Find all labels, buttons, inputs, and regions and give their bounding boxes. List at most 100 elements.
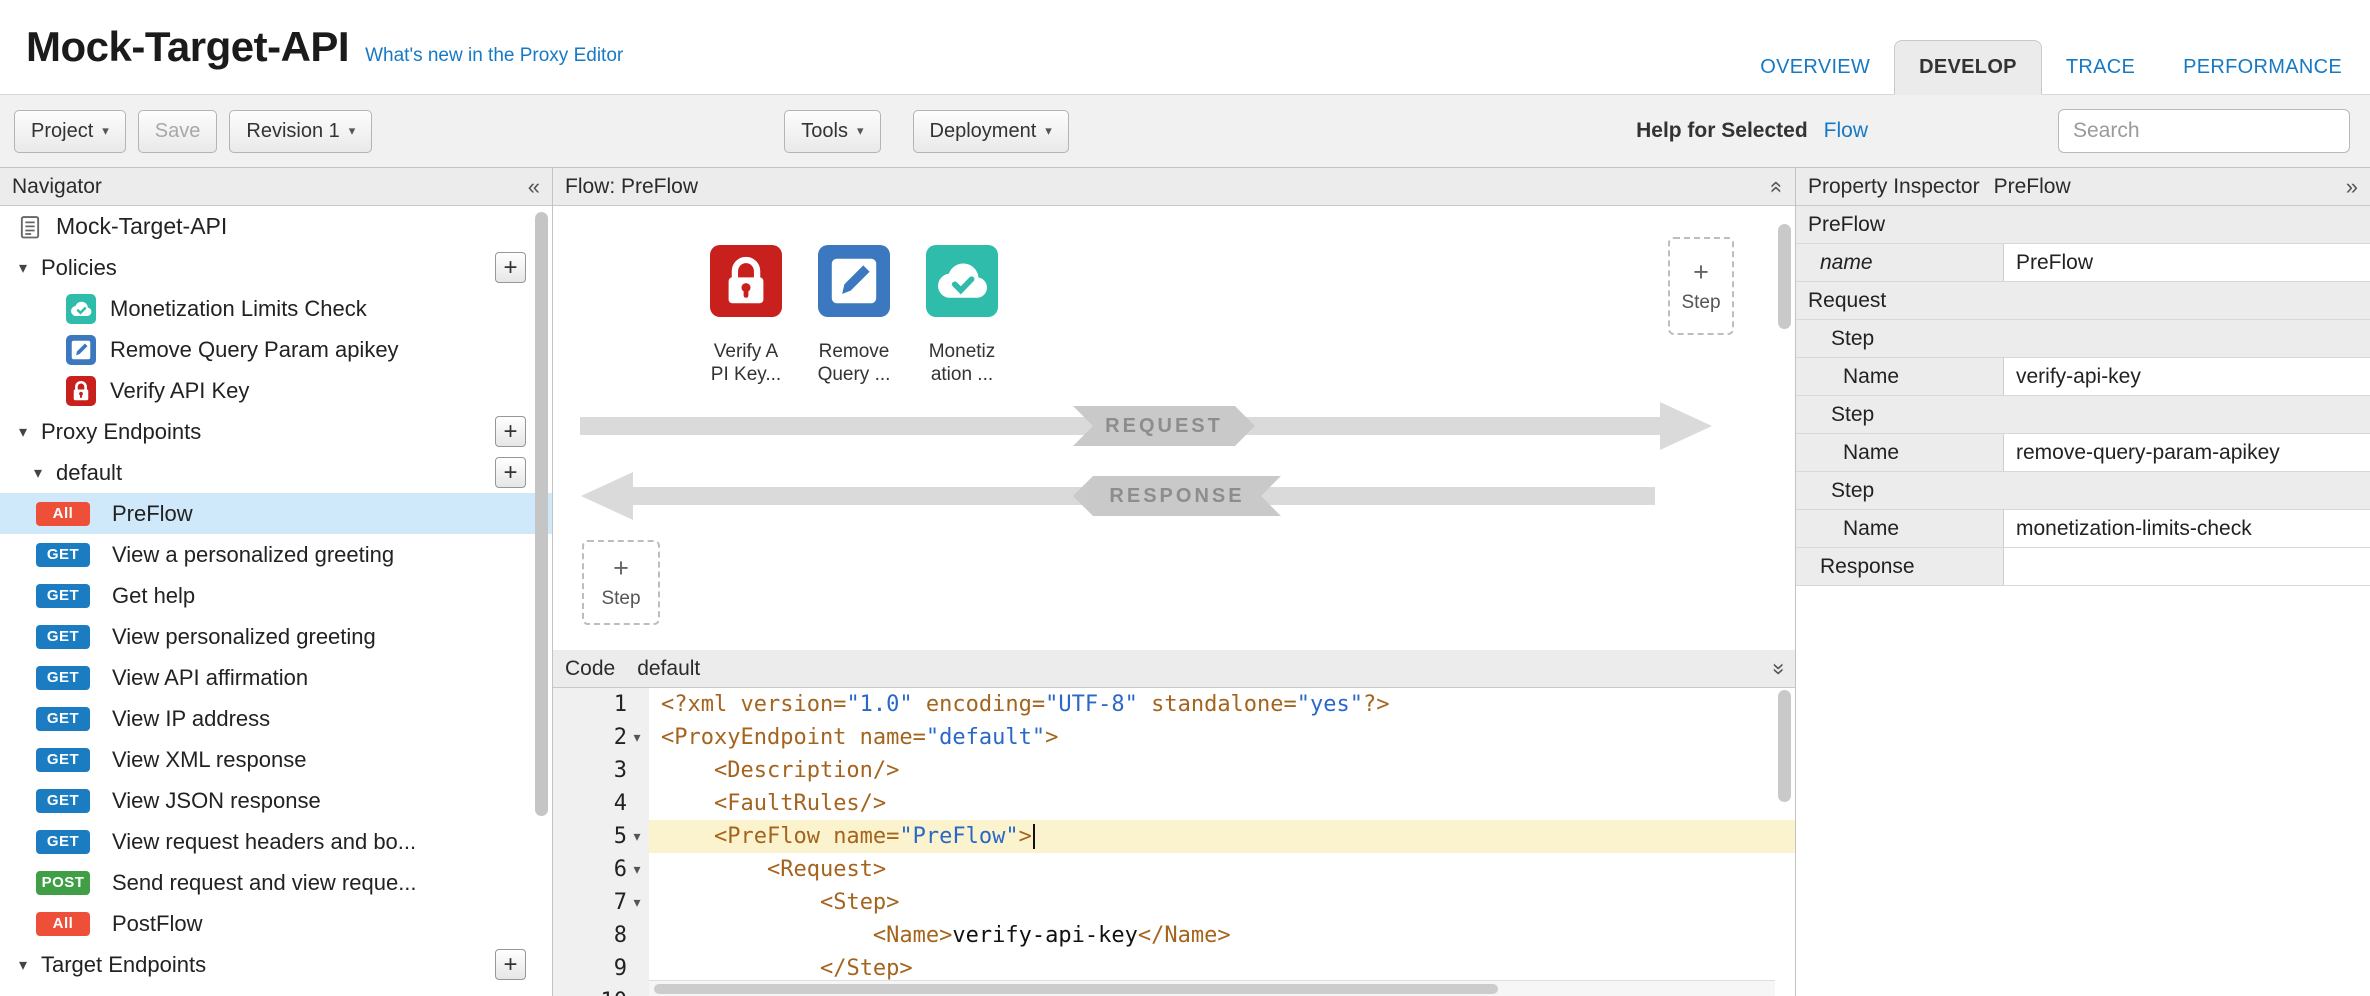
inspector-field-value[interactable]: monetization-limits-check (2004, 510, 2370, 547)
nav-section-target-endpoints[interactable]: ▾Target Endpoints+ (0, 944, 552, 985)
nav-item-label: View XML response (112, 747, 306, 773)
nav-item-mock-target-api[interactable]: Mock-Target-API (0, 206, 552, 247)
tools-button[interactable]: Tools ▾ (784, 110, 880, 153)
code-line[interactable]: 4 <FaultRules/> (553, 787, 1795, 820)
line-number: 5 (614, 820, 627, 853)
inspector-field-value[interactable]: verify-api-key (2004, 358, 2370, 395)
inspector-field-name: Name monetization-limits-check (1796, 510, 2370, 548)
tab-trace[interactable]: TRACE (2042, 41, 2159, 94)
add-step-button-response[interactable]: + Step (582, 540, 660, 625)
project-button[interactable]: Project ▾ (14, 110, 126, 153)
tab-performance[interactable]: PERFORMANCE (2159, 41, 2366, 94)
code-text[interactable]: <Request> (649, 853, 1795, 886)
nav-item-view-ip-address[interactable]: GETView IP address (0, 698, 552, 739)
nav-item-remove-query-param-apikey[interactable]: Remove Query Param apikey (0, 329, 552, 370)
code-horizontal-scrollbar[interactable] (654, 984, 1498, 994)
whats-new-link[interactable]: What's new in the Proxy Editor (365, 45, 623, 67)
code-text[interactable]: <Description/> (649, 754, 1795, 787)
code-panel-subtitle[interactable]: default (637, 657, 700, 681)
nav-item-label: PreFlow (112, 501, 193, 527)
nav-item-get-help[interactable]: GETGet help (0, 575, 552, 616)
nav-item-verify-api-key[interactable]: Verify API Key (0, 370, 552, 411)
nav-item-monetization-limits-check[interactable]: Monetization Limits Check (0, 288, 552, 329)
fold-arrow-icon[interactable]: ▾ (627, 985, 647, 996)
property-inspector-header: Property Inspector PreFlow » (1796, 168, 2370, 206)
code-text[interactable]: <?xml version="1.0" encoding="UTF-8" sta… (649, 688, 1795, 721)
nav-item-view-a-personalized-greeting[interactable]: GETView a personalized greeting (0, 534, 552, 575)
inspector-field-value[interactable]: PreFlow (2004, 244, 2370, 281)
expand-down-icon[interactable]: « (1771, 658, 1783, 680)
code-line[interactable]: 8 <Name>verify-api-key</Name> (553, 919, 1795, 952)
nav-section-proxy-endpoints[interactable]: ▾Proxy Endpoints+ (0, 411, 552, 452)
fold-arrow-icon[interactable]: ▾ (627, 721, 647, 754)
nav-item-view-api-affirmation[interactable]: GETView API affirmation (0, 657, 552, 698)
chevron-down-icon[interactable]: ▾ (15, 955, 31, 975)
workspace: Navigator « Mock-Target-API▾Policies+Mon… (0, 168, 2370, 996)
flow-step-label: Monetiz ation ... (902, 341, 1022, 387)
fold-arrow-icon[interactable]: ▾ (627, 886, 647, 919)
inspector-field-value-text: remove-query-param-apikey (2016, 441, 2280, 465)
code-line[interactable]: 3 <Description/> (553, 754, 1795, 787)
nav-item-send-request-and-view-reque[interactable]: POSTSend request and view reque... (0, 862, 552, 903)
nav-item-label: Verify API Key (110, 378, 249, 404)
code-token: <Name> (873, 923, 952, 948)
code-text[interactable]: <PreFlow name="PreFlow"> (649, 820, 1795, 853)
add-button[interactable]: + (495, 457, 526, 488)
code-line[interactable]: 1<?xml version="1.0" encoding="UTF-8" st… (553, 688, 1795, 721)
add-button[interactable]: + (495, 252, 526, 283)
step-button-label: Step (1681, 292, 1720, 314)
chevron-down-icon[interactable]: ▾ (30, 463, 46, 483)
code-text[interactable]: <FaultRules/> (649, 787, 1795, 820)
request-arrowhead-icon (1660, 402, 1712, 450)
add-step-button-request[interactable]: + Step (1668, 237, 1734, 335)
search-input[interactable] (2058, 109, 2350, 153)
code-text[interactable]: <ProxyEndpoint name="default"> (649, 721, 1795, 754)
method-badge: GET (36, 625, 90, 649)
nav-item-view-personalized-greeting[interactable]: GETView personalized greeting (0, 616, 552, 657)
nav-item-postflow[interactable]: AllPostFlow (0, 903, 552, 944)
tab-overview[interactable]: OVERVIEW (1736, 41, 1894, 94)
flow-step-monetiz-ation[interactable]: Monetiz ation ... (926, 245, 998, 317)
nav-section-policies[interactable]: ▾Policies+ (0, 247, 552, 288)
inspector-field-label-text: Name (1796, 517, 1899, 541)
code-vertical-scrollbar[interactable] (1778, 690, 1791, 802)
inspector-section-step: Step (1796, 396, 2370, 434)
code-line[interactable]: 5▾ <PreFlow name="PreFlow"> (553, 820, 1795, 853)
revision-button[interactable]: Revision 1 ▾ (229, 110, 372, 153)
fold-arrow-icon[interactable]: ▾ (627, 820, 647, 853)
navigator-scrollbar[interactable] (535, 212, 548, 816)
flow-step-verify-a-pi-key[interactable]: Verify A PI Key... (710, 245, 782, 317)
code-editor[interactable]: 1<?xml version="1.0" encoding="UTF-8" st… (553, 688, 1795, 996)
code-line[interactable]: 2▾<ProxyEndpoint name="default"> (553, 721, 1795, 754)
page-title: Mock-Target-API (26, 23, 349, 71)
code-text[interactable]: <Step> (649, 886, 1795, 919)
nav-item-label: Mock-Target-API (56, 213, 227, 240)
response-ribbon: RESPONSE (1073, 476, 1281, 516)
chevron-down-icon[interactable]: ▾ (15, 422, 31, 442)
flow-canvas[interactable]: Verify A PI Key... Remove Query ... Moneti… (553, 206, 1795, 650)
inspector-field-value[interactable] (2004, 548, 2370, 585)
collapse-up-icon[interactable]: « (1771, 176, 1783, 198)
help-flow-link[interactable]: Flow (1824, 119, 1868, 143)
nav-item-preflow[interactable]: AllPreFlow (0, 493, 552, 534)
chevron-down-icon[interactable]: ▾ (15, 258, 31, 278)
nav-item-view-json-response[interactable]: GETView JSON response (0, 780, 552, 821)
flow-step-remove-query[interactable]: Remove Query ... (818, 245, 890, 317)
deployment-button[interactable]: Deployment ▾ (913, 110, 1069, 153)
tab-develop[interactable]: DEVELOP (1894, 40, 2042, 95)
fold-arrow-icon[interactable]: ▾ (627, 853, 647, 886)
inspector-field-value[interactable]: remove-query-param-apikey (2004, 434, 2370, 471)
save-button[interactable]: Save (138, 110, 218, 153)
code-line[interactable]: 7▾ <Step> (553, 886, 1795, 919)
code-line[interactable]: 6▾ <Request> (553, 853, 1795, 886)
nav-item-view-request-headers-and-bo[interactable]: GETView request headers and bo... (0, 821, 552, 862)
collapse-left-icon[interactable]: « (528, 176, 540, 198)
nav-group-default[interactable]: ▾default+ (0, 452, 552, 493)
add-button[interactable]: + (495, 949, 526, 980)
code-text[interactable]: <Name>verify-api-key</Name> (649, 919, 1795, 952)
add-button[interactable]: + (495, 416, 526, 447)
flow-scrollbar[interactable] (1778, 224, 1791, 329)
nav-item-view-xml-response[interactable]: GETView XML response (0, 739, 552, 780)
code-horizontal-scrollbar-track[interactable] (649, 980, 1775, 996)
collapse-right-icon[interactable]: » (2346, 176, 2358, 198)
